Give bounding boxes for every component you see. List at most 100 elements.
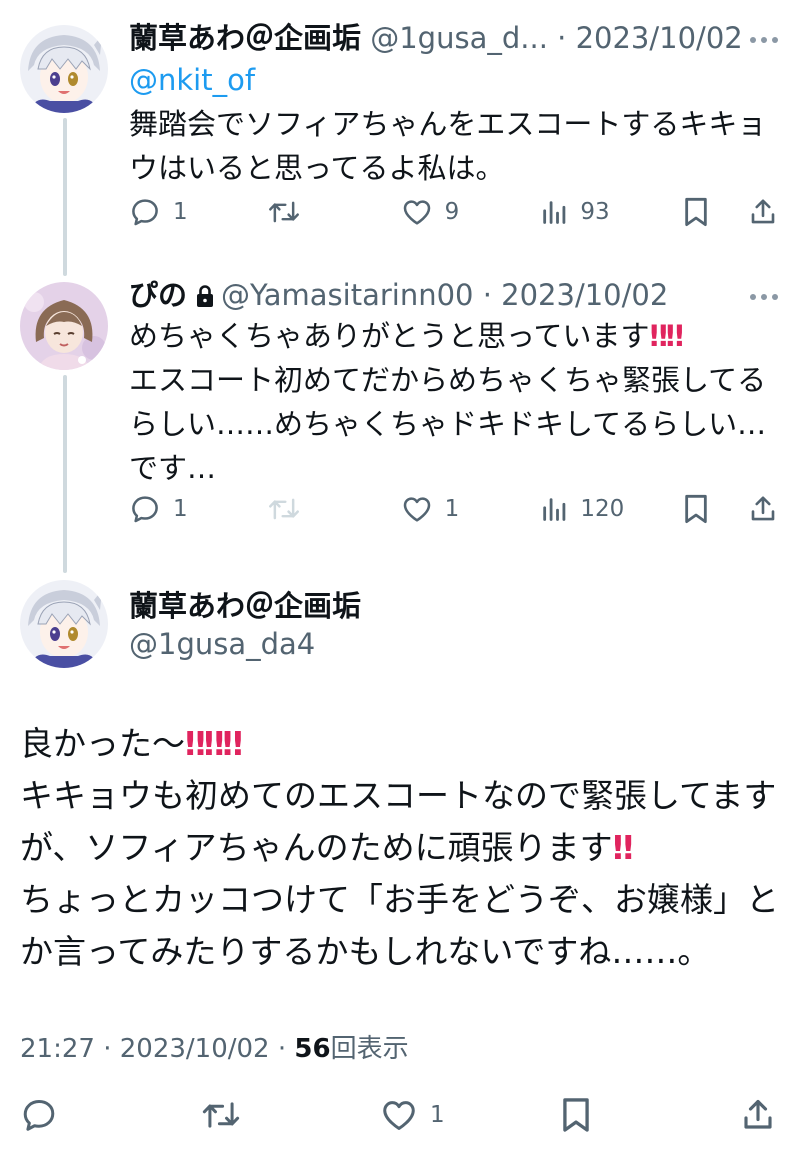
tweet2-retweet-button-disabled [267,493,401,525]
tweet1-text-line: 舞踏会でソフィアちゃんをエスコートするキキョ [129,107,767,141]
thread-line-2 [63,375,67,573]
double-exclamation-emoji: ‼ [649,319,668,353]
main-tweet-date[interactable]: 2023/10/02 [120,1034,270,1064]
tweet2-more-icon[interactable] [750,294,778,300]
tweet1-mention-link[interactable]: @nkit_of [129,58,779,102]
tweet2-text-line3: らしい……めちゃくちゃドキドキしてるらしい… [129,407,767,441]
double-exclamation-emoji: ‼ [185,724,206,763]
tweet1-like-button[interactable]: 9 [401,196,541,228]
retweet-icon [268,201,299,223]
main-text-line2: キキョウも初めてのエスコートなので緊張してます [20,776,777,815]
tweet2-actions: 1 1 120 [129,489,778,529]
tweet1-author-handle[interactable]: @1gusa_d... [370,21,548,55]
tweet2-bookmark-button[interactable] [682,493,748,525]
tweet2-header: ぴの @Yamasitarinn00 · 2023/10/02 [129,275,668,315]
avatar-ransou[interactable] [20,25,108,113]
main-text-line5: か言ってみたりするかもしれないですね……。 [20,932,711,971]
tweet1-date[interactable]: 2023/10/02 [576,21,743,55]
tweet2-separator: · [473,278,502,312]
main-text-line4: ちょっとカッコつけて「お手をどうぞ、お嬢様」と [20,880,779,919]
tweet1-reply-button[interactable]: 1 [129,196,267,228]
main-retweet-button[interactable] [200,1096,380,1134]
main-tweet-actions: 1 [20,1093,780,1137]
reply-icon [132,199,158,226]
main-tweet-view-count: 56 [294,1034,331,1064]
lock-icon [197,285,214,307]
avatar-anime-girl-icon [20,25,108,113]
tweet1-views-button[interactable]: 93 [540,198,682,226]
tweet1-text-line: ウはいると思ってるよ私は。 [129,151,505,185]
share-icon [751,199,775,224]
main-text-line: が、ソフィアちゃんのために頑張ります‼ [20,822,790,874]
tweet1-body: @nkit_of 舞踏会でソフィアちゃんをエスコートするキキョ ウはいると思って… [129,58,779,190]
tweet2-text-line: めちゃくちゃありがとうと思っています‼‼ [129,314,779,358]
double-exclamation-emoji: ‼ [665,319,684,353]
avatar-ransou-main[interactable] [20,580,108,668]
reply-icon [132,496,158,523]
tweet1-separator: · [547,21,576,55]
thread-line-1 [63,118,67,276]
main-tweet-body: 良かった〜‼‼‼ キキョウも初めてのエスコートなので緊張してます が、ソフィアち… [20,718,790,978]
double-exclamation-emoji: ‼ [222,724,243,763]
tweet2-text-line2: エスコート初めてだからめちゃくちゃ緊張してる [129,363,767,397]
main-author-name-row: 蘭草あわ＠企画垢 [129,586,361,626]
avatar-anime-girl-icon [20,580,108,668]
main-bookmark-button[interactable] [560,1096,740,1134]
tweet1-view-count: 93 [580,199,610,225]
tweet1-actions: 1 9 93 [129,192,778,232]
views-icon [543,201,566,224]
main-tweet-view-label: 回表示 [330,1034,409,1064]
main-tweet-meta: 21:27 · 2023/10/02 · 56回表示 [20,1028,409,1065]
bookmark-icon [563,1098,589,1132]
retweet-icon [268,498,299,520]
bookmark-icon [685,494,707,524]
heart-icon [403,200,430,225]
avatar-illustration-icon [20,282,108,370]
main-like-count: 1 [430,1102,445,1128]
share-icon [744,1099,772,1129]
main-reply-button[interactable] [20,1096,200,1134]
tweet1-header: 蘭草あわ＠企画垢 @1gusa_d... · 2023/10/02 [129,18,743,58]
tweet2-author-name[interactable]: ぴの [129,278,187,312]
main-author-name[interactable]: 蘭草あわ＠企画垢 [129,589,361,623]
meta-separator: · [94,1034,120,1064]
tweet2-reply-count: 1 [173,496,188,522]
tweet1-share-button[interactable] [748,196,778,228]
views-icon [543,498,566,521]
reply-icon [23,1100,55,1131]
tweet2-text-line1: めちゃくちゃありがとうと思っています [129,319,650,353]
tweet2-author-handle[interactable]: @Yamasitarinn00 [221,278,473,312]
tweet2-views-button[interactable]: 120 [540,495,682,523]
tweet1-retweet-button[interactable] [267,196,401,228]
tweet1-bookmark-button[interactable] [682,196,748,228]
main-text-line3: が、ソフィアちゃんのために頑張ります [20,828,613,867]
tweet1-reply-count: 1 [173,199,188,225]
tweet2-like-button[interactable]: 1 [401,493,541,525]
retweet-icon [202,1102,240,1128]
bookmark-icon [685,197,707,227]
main-like-button[interactable]: 1 [380,1096,560,1134]
main-share-button[interactable] [740,1096,776,1134]
double-exclamation-emoji: ‼ [203,724,225,763]
main-author-handle[interactable]: @1gusa_da4 [129,627,315,661]
main-text-line: 良かった〜‼‼‼ [20,718,790,770]
tweet2-like-count: 1 [444,496,460,522]
double-exclamation-emoji: ‼ [612,828,634,867]
tweet1-more-icon[interactable] [750,37,778,43]
tweet2-reply-button[interactable]: 1 [129,493,267,525]
heart-icon [403,497,430,522]
tweet2-date[interactable]: 2023/10/02 [501,278,668,312]
main-author-handle-row: @1gusa_da4 [129,624,315,664]
tweet2-share-button[interactable] [748,493,778,525]
main-tweet-time[interactable]: 21:27 [20,1034,95,1064]
tweet2-body: めちゃくちゃありがとうと思っています‼‼ エスコート初めてだからめちゃくちゃ緊張… [129,314,779,490]
tweet2-view-count: 120 [580,496,625,522]
tweet1-like-count: 9 [444,199,460,225]
share-icon [751,496,775,521]
main-text-line1: 良かった〜 [20,724,185,763]
tweet1-author-name[interactable]: 蘭草あわ＠企画垢 [129,21,361,55]
avatar-pino[interactable] [20,282,108,370]
meta-separator: · [269,1034,295,1064]
heart-icon [383,1101,415,1130]
tweet2-text-line4: です… [129,451,217,485]
